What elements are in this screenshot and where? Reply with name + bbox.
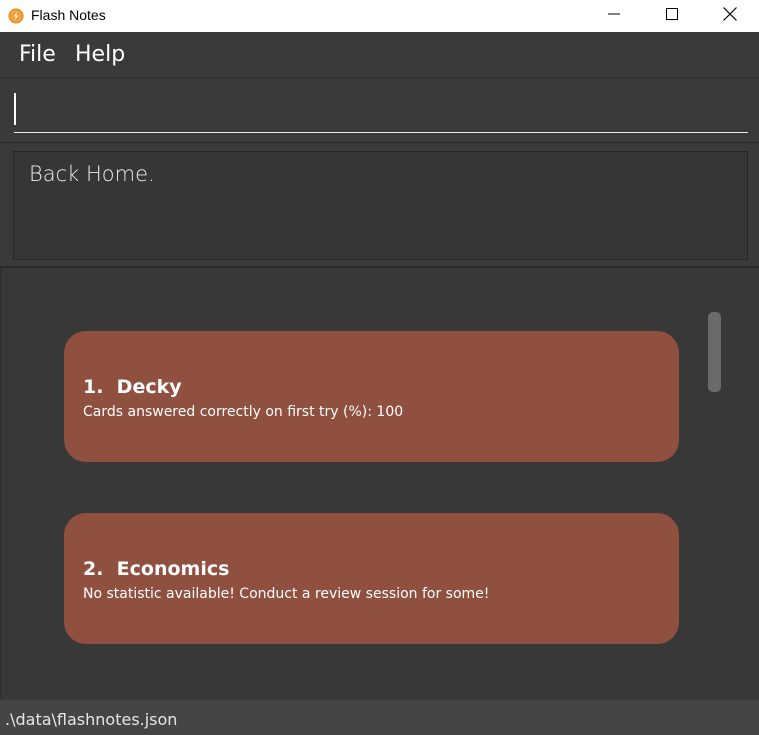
window-title: Flash Notes: [31, 7, 106, 23]
scrollbar-thumb[interactable]: [708, 312, 721, 392]
close-icon: [723, 6, 737, 26]
deck-card[interactable]: 1. Decky Cards answered correctly on fir…: [64, 331, 679, 462]
status-bar: .\data\flashnotes.json: [0, 699, 759, 735]
deck-statistic: No statistic available! Conduct a review…: [83, 586, 490, 602]
menu-help[interactable]: Help: [75, 42, 125, 67]
menu-file[interactable]: File: [19, 42, 56, 67]
text-caret: [14, 93, 16, 125]
deck-list[interactable]: 1. Decky Cards answered correctly on fir…: [0, 268, 759, 699]
deck-card[interactable]: 2. Economics No statistic available! Con…: [64, 513, 679, 644]
command-box: [0, 78, 759, 143]
result-text: Back Home.: [29, 162, 155, 186]
command-input[interactable]: [14, 78, 748, 133]
menu-bar: File Help: [0, 32, 759, 78]
flash-notes-icon: [8, 8, 24, 24]
result-display[interactable]: Back Home.: [13, 151, 748, 260]
minimize-icon: [608, 7, 620, 25]
deck-title: 1. Decky: [83, 376, 182, 398]
close-button[interactable]: [701, 0, 759, 32]
deck-statistic: Cards answered correctly on first try (%…: [83, 404, 404, 420]
app-window: Flash Notes File Help Back Home. 1. Deck…: [0, 0, 759, 735]
minimize-button[interactable]: [585, 0, 643, 32]
deck-title: 2. Economics: [83, 558, 230, 580]
result-display-container: Back Home.: [0, 143, 759, 268]
title-bar[interactable]: Flash Notes: [0, 0, 759, 32]
save-location: .\data\flashnotes.json: [5, 710, 178, 729]
maximize-button[interactable]: [643, 0, 701, 32]
maximize-icon: [666, 7, 678, 25]
